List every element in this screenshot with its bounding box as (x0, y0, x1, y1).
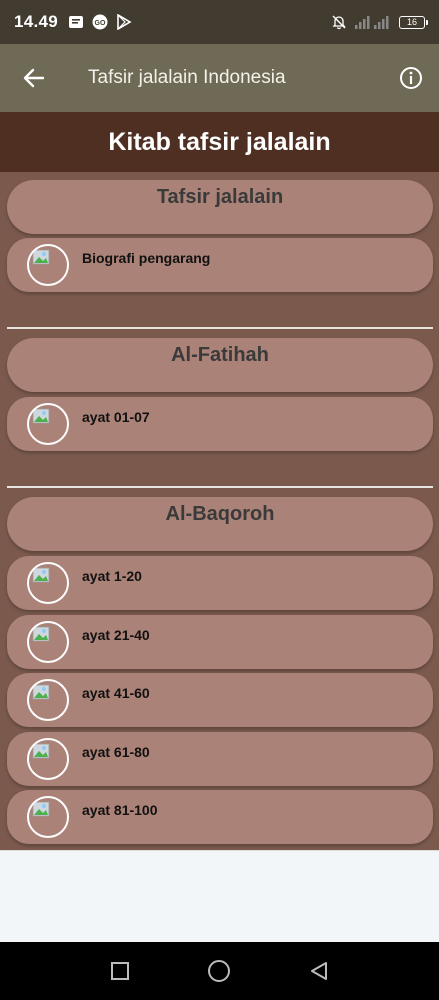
content-list: Tafsir jalalain Biografi pengarang Al-Fa… (0, 172, 439, 850)
list-item-ayat-1-20[interactable]: ayat 1-20 (7, 556, 433, 610)
broken-image-icon (32, 626, 50, 642)
play-store-icon (117, 14, 132, 30)
list-item-label: ayat 81-100 (82, 802, 158, 818)
list-item-ayat-61-80[interactable]: ayat 61-80 (7, 732, 433, 786)
list-item-ayat-81-100[interactable]: ayat 81-100 (7, 790, 433, 844)
list-item-ayat-01-07[interactable]: ayat 01-07 (7, 397, 433, 451)
svg-text:GO: GO (95, 20, 106, 27)
broken-image-icon (32, 567, 50, 583)
broken-image-icon (32, 743, 50, 759)
broken-image-icon (32, 684, 50, 700)
list-item-label: ayat 1-20 (82, 568, 142, 584)
recents-button[interactable] (100, 951, 140, 991)
list-item-ayat-21-40[interactable]: ayat 21-40 (7, 615, 433, 669)
page-title: Kitab tafsir jalalain (108, 127, 331, 156)
list-item-ayat-41-60[interactable]: ayat 41-60 (7, 673, 433, 727)
home-button[interactable] (199, 951, 239, 991)
broken-image-icon (32, 249, 50, 265)
item-thumbnail (27, 679, 69, 721)
back-nav-button[interactable] (299, 951, 339, 991)
list-item-label: Biografi pengarang (82, 250, 211, 266)
arrow-left-icon (23, 68, 45, 88)
item-thumbnail (27, 403, 69, 445)
app-title: Tafsir jalalain Indonesia (88, 67, 286, 88)
item-thumbnail (27, 738, 69, 780)
system-nav-bar (0, 942, 439, 1000)
section-title: Al-Fatihah (171, 344, 269, 366)
signal-icon (355, 16, 389, 29)
list-item-label: ayat 21-40 (82, 627, 150, 643)
section-divider (7, 486, 433, 488)
status-time: 14.49 (14, 12, 59, 31)
item-thumbnail (27, 796, 69, 838)
section-header-al-baqoroh[interactable]: Al-Baqoroh (7, 497, 433, 551)
status-system-icons: 16 (331, 14, 428, 30)
status-notification-icons: GO (68, 14, 132, 30)
battery-icon: 16 (399, 15, 428, 29)
info-icon (400, 67, 422, 89)
square-icon (110, 962, 129, 980)
bottom-blank-area (0, 850, 439, 942)
bell-muted-icon (332, 15, 346, 30)
list-item-label: ayat 61-80 (82, 744, 150, 760)
broken-image-icon (32, 408, 50, 424)
list-item-label: ayat 01-07 (82, 409, 150, 425)
document-icon (69, 16, 84, 28)
app-bar: Tafsir jalalain Indonesia (0, 44, 439, 112)
section-header-al-fatihah[interactable]: Al-Fatihah (7, 338, 433, 392)
list-item-label: ayat 41-60 (82, 685, 150, 701)
triangle-back-icon (311, 962, 328, 980)
header-band: Kitab tafsir jalalain (0, 112, 439, 172)
item-thumbnail (27, 621, 69, 663)
info-button[interactable] (383, 44, 439, 112)
status-bar: 14.49 GO 16 (0, 0, 439, 44)
item-thumbnail (27, 562, 69, 604)
section-header-tafsir-jalalain[interactable]: Tafsir jalalain (7, 180, 433, 234)
list-item-biografi-pengarang[interactable]: Biografi pengarang (7, 238, 433, 292)
section-title: Al-Baqoroh (165, 503, 275, 525)
back-button[interactable] (0, 44, 68, 112)
go-icon: GO (92, 14, 108, 30)
circle-icon (208, 960, 231, 982)
item-thumbnail (27, 244, 69, 286)
section-divider (7, 327, 433, 329)
section-title: Tafsir jalalain (156, 186, 284, 208)
broken-image-icon (32, 801, 50, 817)
